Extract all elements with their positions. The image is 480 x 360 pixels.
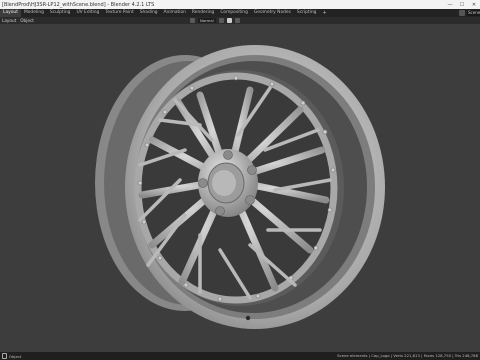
proportional-edit-icon[interactable]: [234, 18, 240, 23]
window-title: [BlendProd\HJ3SR-LP12_withScene.blend] -…: [2, 1, 155, 8]
add-workspace-button[interactable]: +: [319, 10, 329, 16]
tab-modeling[interactable]: Modeling: [21, 9, 47, 17]
status-left: Object: [0, 353, 21, 359]
scene-selector: Scene: [459, 9, 480, 17]
tab-sculpting[interactable]: Sculpting: [47, 9, 74, 17]
window-controls: — ☐ ✕: [444, 0, 480, 9]
tab-animation[interactable]: Animation: [161, 9, 189, 17]
status-mode-label: Object: [9, 353, 22, 359]
tab-texture-paint[interactable]: Texture Paint: [102, 9, 136, 17]
menu-object[interactable]: Object: [18, 18, 36, 23]
tab-scripting[interactable]: Scripting: [294, 9, 320, 17]
snap-target-icon[interactable]: [226, 18, 232, 23]
tab-uv-editing[interactable]: UV Editing: [73, 9, 102, 17]
window-titlebar: [BlendProd\HJ3SR-LP12_withScene.blend] -…: [0, 0, 480, 9]
header-tools: Normal: [190, 17, 240, 24]
tab-compositing[interactable]: Compositing: [217, 9, 251, 17]
close-button[interactable]: ✕: [468, 0, 480, 9]
tab-shading[interactable]: Shading: [137, 9, 161, 17]
status-bar: Object Scene elements | Cap_Logo | Verts…: [0, 352, 480, 360]
menu-layout[interactable]: Layout: [0, 18, 18, 23]
maximize-button[interactable]: ☐: [456, 0, 468, 9]
viewport-header: Layout Object Normal: [0, 17, 480, 24]
scene-name-field[interactable]: Scene: [467, 10, 480, 16]
workspace-bar: Layout Modeling Sculpting UV Editing Tex…: [0, 9, 480, 17]
valve-stem-hole: [245, 315, 251, 321]
tab-geometry-nodes[interactable]: Geometry Nodes: [251, 9, 294, 17]
wheel-render: [95, 45, 385, 329]
scene-statistics: Scene elements | Cap_Logo | Verts 221,81…: [337, 353, 478, 358]
transform-pivot-icon[interactable]: [190, 18, 195, 23]
scene-icon[interactable]: [459, 10, 465, 16]
minimize-button[interactable]: —: [444, 0, 456, 9]
tab-layout[interactable]: Layout: [0, 9, 21, 17]
transform-orientation-select[interactable]: Normal: [198, 18, 216, 23]
mouse-icon: [2, 353, 7, 359]
wheel-hub: [198, 149, 258, 217]
tab-rendering[interactable]: Rendering: [189, 9, 217, 17]
3d-viewport[interactable]: [0, 24, 480, 352]
snap-icon[interactable]: [218, 18, 224, 23]
